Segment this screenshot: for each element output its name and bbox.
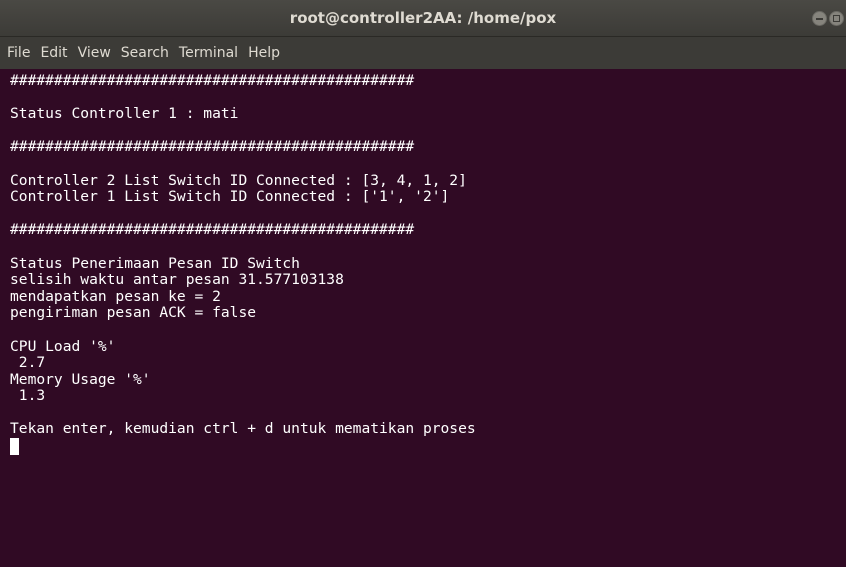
menu-view[interactable]: View (78, 45, 111, 61)
terminal-line: 2.7 (10, 354, 46, 372)
terminal-line: ########################################… (10, 138, 415, 156)
terminal-output[interactable]: ########################################… (0, 69, 846, 567)
text-cursor (10, 438, 19, 456)
menu-search[interactable]: Search (121, 45, 169, 61)
terminal-line: Controller 1 List Switch ID Connected : … (10, 188, 450, 206)
menu-terminal[interactable]: Terminal (179, 45, 238, 61)
maximize-icon[interactable] (829, 11, 844, 26)
terminal-line: CPU Load '%' (10, 337, 116, 355)
menu-file[interactable]: File (7, 45, 30, 61)
window-title: root@controller2AA: /home/pox (289, 9, 557, 27)
terminal-line: Status Controller 1 : mati (10, 105, 239, 123)
menu-edit[interactable]: Edit (40, 45, 67, 61)
terminal-line: mendapatkan pesan ke = 2 (10, 287, 221, 305)
terminal-line: ########################################… (10, 72, 415, 89)
menu-help[interactable]: Help (248, 45, 280, 61)
terminal-line: 1.3 (10, 387, 46, 405)
terminal-line: Memory Usage '%' (10, 370, 151, 388)
terminal-line: Tekan enter, kemudian ctrl + d untuk mem… (10, 420, 476, 438)
terminal-window: root@controller2AA: /home/pox File Edit … (0, 0, 846, 567)
title-bar[interactable]: root@controller2AA: /home/pox (0, 0, 846, 37)
minimize-icon[interactable] (812, 11, 827, 26)
terminal-line: ########################################… (10, 221, 415, 239)
terminal-line: selisih waktu antar pesan 31.577103138 (10, 271, 344, 289)
prompt-line[interactable] (10, 438, 846, 456)
terminal-line: Controller 2 List Switch ID Connected : … (10, 171, 467, 189)
terminal-line: Status Penerimaan Pesan ID Switch (10, 254, 300, 272)
terminal-line: pengiriman pesan ACK = false (10, 304, 257, 322)
menu-bar: File Edit View Search Terminal Help (0, 37, 846, 69)
